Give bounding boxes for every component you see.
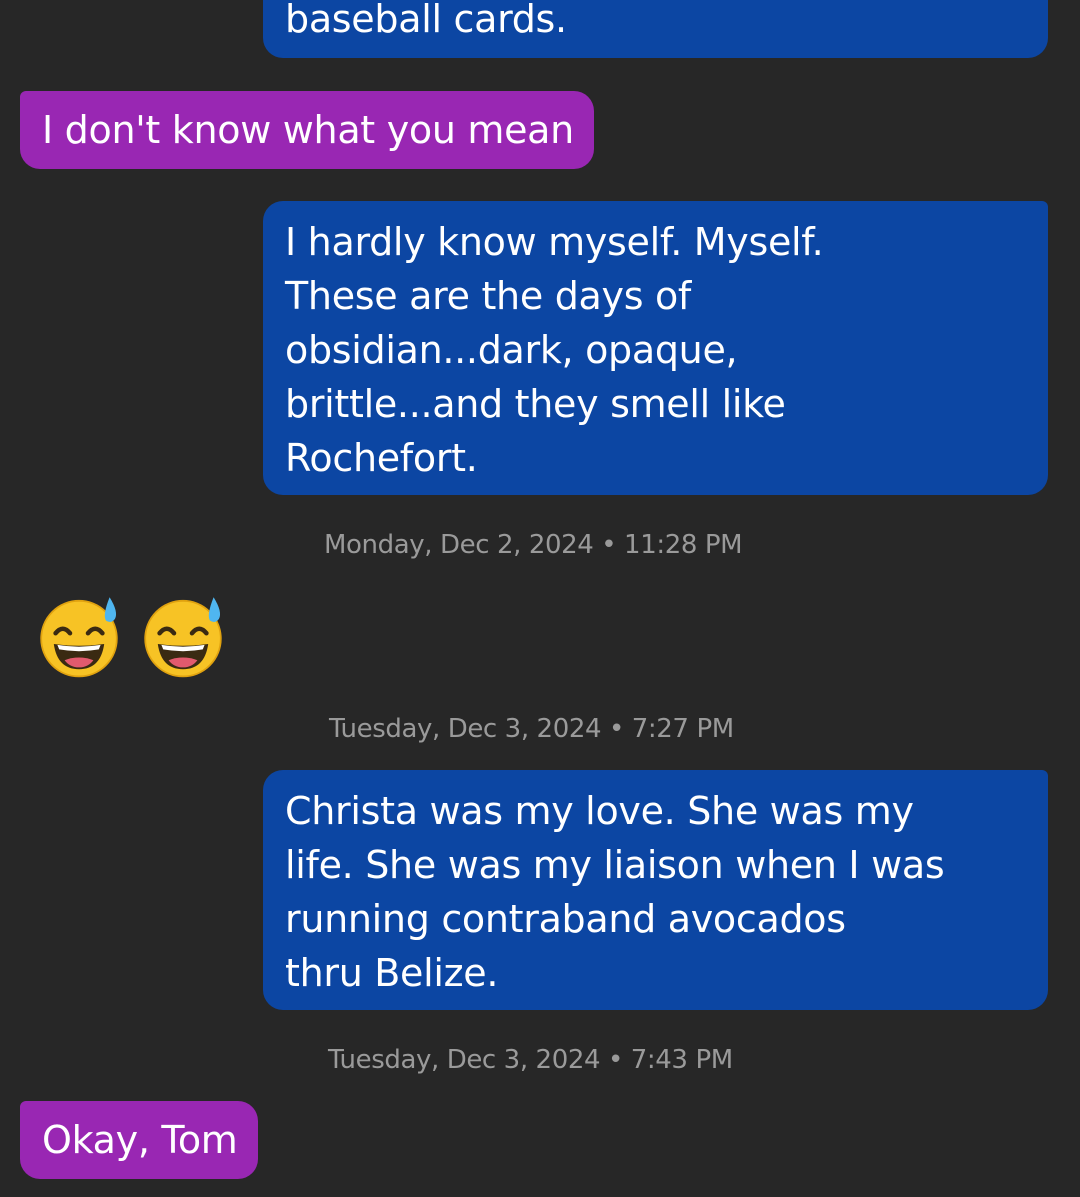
timestamp: Tuesday, Dec 3, 2024 • 7:27 PM: [329, 714, 734, 744]
message-text: Christa was my love. She was my: [285, 789, 914, 833]
message-text: I don't know what you mean: [42, 108, 574, 152]
message-bubble-incoming[interactable]: I don't know what you mean: [20, 91, 594, 169]
emoji-message[interactable]: [34, 590, 228, 680]
message-text: Okay, Tom: [42, 1118, 238, 1162]
message-text: brittle...and they smell like: [285, 382, 786, 426]
message-text: I hardly know myself. Myself.: [285, 220, 824, 264]
timestamp: Tuesday, Dec 3, 2024 • 7:43 PM: [328, 1045, 733, 1075]
message-text: running contraband avocados: [285, 897, 846, 941]
message-text: These are the days of: [285, 274, 692, 318]
message-bubble-outgoing[interactable]: Christa was my love. She was my life. Sh…: [263, 770, 1048, 1010]
grinning-face-with-sweat-icon: [40, 597, 118, 678]
grinning-face-with-sweat-icon: [144, 597, 222, 678]
message-text: life. She was my liaison when I was: [285, 843, 945, 887]
message-bubble-outgoing[interactable]: I hardly know myself. Myself. These are …: [263, 201, 1048, 495]
timestamp: Monday, Dec 2, 2024 • 11:28 PM: [324, 530, 743, 560]
message-bubble-incoming[interactable]: Okay, Tom: [20, 1101, 258, 1179]
message-text: thru Belize.: [285, 951, 499, 995]
message-text: baseball cards.: [285, 0, 567, 41]
message-text: obsidian...dark, opaque,: [285, 328, 738, 372]
message-bubble-outgoing[interactable]: baseball cards.: [263, 0, 1048, 58]
message-text: Rochefort.: [285, 436, 478, 480]
